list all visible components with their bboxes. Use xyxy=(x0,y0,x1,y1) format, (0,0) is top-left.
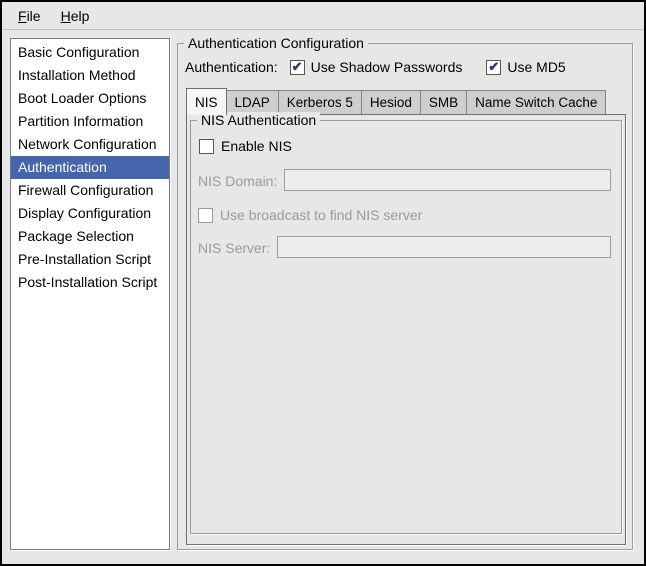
nis-tab-page: NIS Authentication Enable NIS NIS Domain… xyxy=(186,114,626,545)
menu-help[interactable]: Help xyxy=(51,4,100,28)
sidebar-item-network-configuration[interactable]: Network Configuration xyxy=(11,133,169,156)
tab-hesiod[interactable]: Hesiod xyxy=(361,90,421,114)
use-shadow-passwords-checkbox[interactable]: ✔ Use Shadow Passwords xyxy=(290,59,463,75)
checkbox-box xyxy=(198,208,213,223)
nis-server-input xyxy=(277,236,611,258)
sidebar-item-installation-method[interactable]: Installation Method xyxy=(11,64,169,87)
checkbox-box[interactable]: ✔ xyxy=(486,60,501,75)
use-shadow-passwords-label: Use Shadow Passwords xyxy=(311,59,463,75)
sidebar-item-package-selection[interactable]: Package Selection xyxy=(11,225,169,248)
tab-ldap[interactable]: LDAP xyxy=(226,90,279,114)
tab-strip: NIS LDAP Kerberos 5 Hesiod SMB Name Swit… xyxy=(186,88,626,114)
checkmark-icon: ✔ xyxy=(488,60,499,73)
frame-title: Authentication Configuration xyxy=(184,35,368,52)
sidebar-item-pre-installation-script[interactable]: Pre-Installation Script xyxy=(11,248,169,271)
use-md5-label: Use MD5 xyxy=(507,59,565,75)
checkbox-box[interactable]: ✔ xyxy=(290,60,305,75)
sidebar-item-display-configuration[interactable]: Display Configuration xyxy=(11,202,169,225)
authentication-label: Authentication: xyxy=(185,59,278,75)
nis-authentication-frame: NIS Authentication Enable NIS NIS Domain… xyxy=(190,120,622,534)
sidebar-item-partition-information[interactable]: Partition Information xyxy=(11,110,169,133)
menubar: File Help xyxy=(2,2,644,30)
checkmark-icon: ✔ xyxy=(292,60,303,73)
use-broadcast-checkbox: Use broadcast to find NIS server xyxy=(198,207,422,223)
nis-domain-input xyxy=(284,169,611,191)
nis-domain-label: NIS Domain: xyxy=(198,173,277,189)
config-section-list: Basic Configuration Installation Method … xyxy=(10,38,170,550)
use-md5-checkbox[interactable]: ✔ Use MD5 xyxy=(486,59,565,75)
sidebar-item-boot-loader-options[interactable]: Boot Loader Options xyxy=(11,87,169,110)
use-broadcast-label: Use broadcast to find NIS server xyxy=(220,207,422,223)
tab-kerberos-5[interactable]: Kerberos 5 xyxy=(278,90,362,114)
sidebar-item-firewall-configuration[interactable]: Firewall Configuration xyxy=(11,179,169,202)
tab-nis[interactable]: NIS xyxy=(186,88,227,115)
nis-server-label: NIS Server: xyxy=(198,240,270,256)
sidebar-item-authentication[interactable]: Authentication xyxy=(11,156,169,179)
sidebar-item-post-installation-script[interactable]: Post-Installation Script xyxy=(11,271,169,294)
enable-nis-checkbox[interactable]: Enable NIS xyxy=(199,138,292,154)
authentication-notebook: NIS LDAP Kerberos 5 Hesiod SMB Name Swit… xyxy=(186,88,626,545)
sidebar-item-basic-configuration[interactable]: Basic Configuration xyxy=(11,41,169,64)
authentication-configuration-frame: Authentication Configuration Authenticat… xyxy=(177,43,633,550)
menu-file[interactable]: File xyxy=(8,4,51,28)
enable-nis-label: Enable NIS xyxy=(221,138,292,154)
checkbox-box[interactable] xyxy=(199,139,214,154)
tab-smb[interactable]: SMB xyxy=(420,90,467,114)
authentication-options-row: Authentication: ✔ Use Shadow Passwords ✔… xyxy=(185,57,590,77)
tab-name-switch-cache[interactable]: Name Switch Cache xyxy=(466,90,606,114)
kickstart-configurator-window: File Help Basic Configuration Installati… xyxy=(0,0,646,566)
